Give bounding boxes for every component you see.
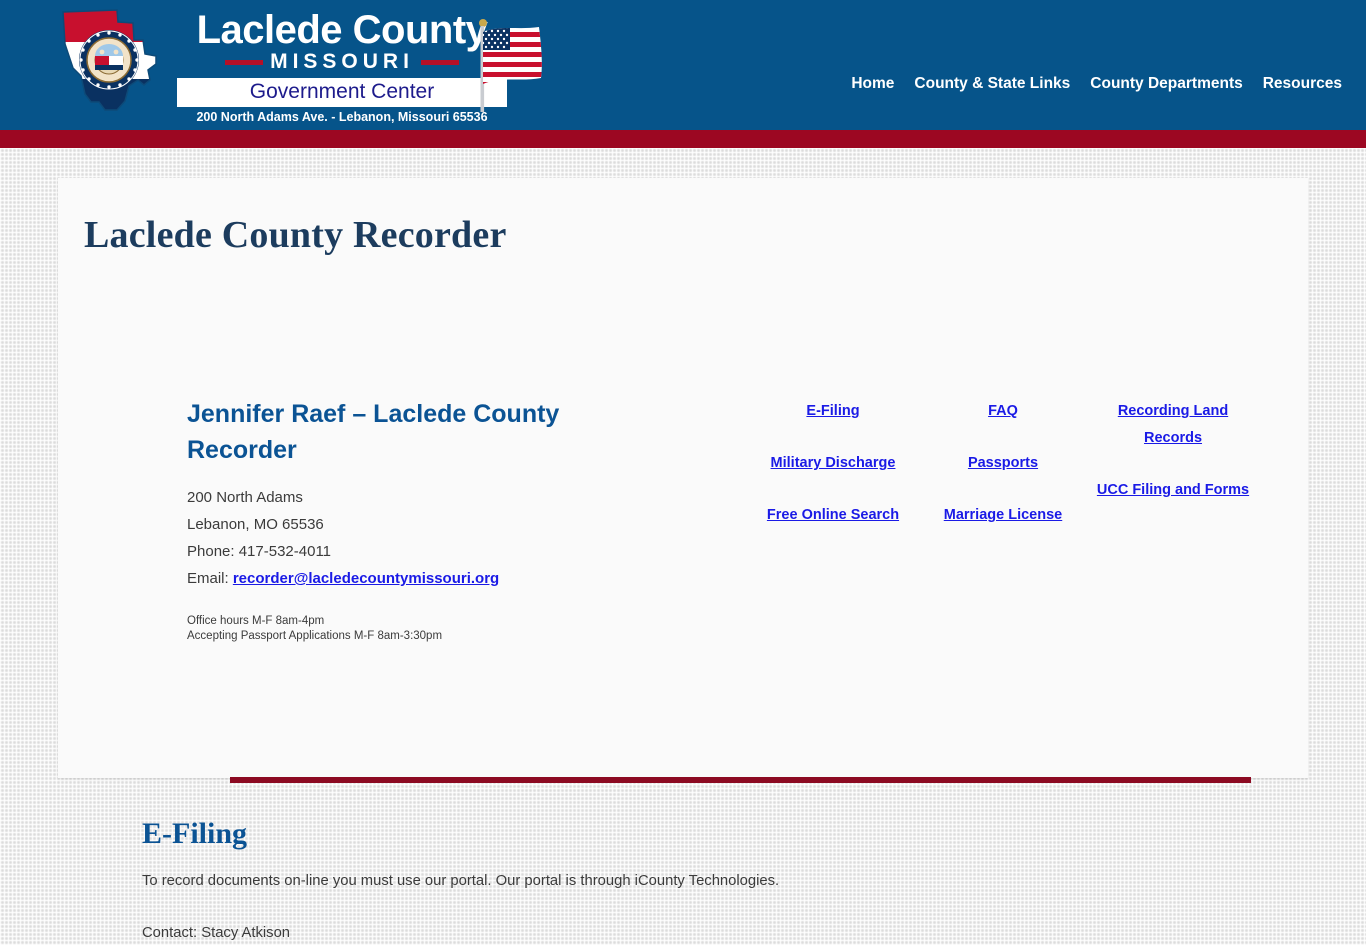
link-marriage-license[interactable]: Marriage License [918, 502, 1088, 529]
link-spacer [918, 477, 1088, 502]
link-free-online-search[interactable]: Free Online Search [748, 502, 918, 529]
logo-address: 200 North Adams Ave. - Lebanon, Missouri… [196, 110, 488, 124]
efiling-contact: Contact: Stacy Atkison [142, 925, 291, 941]
us-flag-icon [463, 14, 549, 114]
link-spacer [748, 477, 918, 502]
link-military-discharge[interactable]: Military Discharge [748, 450, 918, 477]
nav-item-county-state-links[interactable]: County & State Links [914, 75, 1070, 93]
logo-state-name: MISSOURI [270, 50, 414, 73]
recorder-address-line1: 200 North Adams [187, 489, 303, 506]
logo-text-block: Laclede County MISSOURI Government Cente… [177, 6, 507, 124]
missouri-state-seal-icon [79, 30, 139, 90]
recorder-phone: Phone: 417-532-4011 [187, 543, 332, 560]
link-ucc-filing-and-forms[interactable]: UCC Filing and Forms [1088, 477, 1258, 504]
link-faq[interactable]: FAQ [918, 398, 1088, 425]
office-hours-block: Office hours M-F 8am-4pm Accepting Passp… [187, 614, 607, 644]
efiling-section: E-Filing To record documents on-line you… [142, 815, 1242, 945]
main-navigation[interactable]: Home County & State Links County Departm… [851, 75, 1342, 93]
link-e-filing[interactable]: E-Filing [748, 398, 918, 425]
recorder-email-row: Email: recorder@lacledecountymissouri.or… [187, 565, 607, 592]
recorder-officer-name: Jennifer Raef – Laclede County Recorder [187, 400, 560, 464]
efiling-paragraph: To record documents on-line you must use… [142, 873, 780, 889]
efiling-heading: E-Filing [142, 817, 248, 850]
nav-item-resources[interactable]: Resources [1263, 75, 1342, 93]
header-red-stripe [0, 130, 1366, 148]
logo-state-row: MISSOURI [177, 50, 507, 74]
link-passports[interactable]: Passports [918, 450, 1088, 477]
section-divider [230, 777, 1251, 783]
quick-link-column-1: E-Filing Military Discharge Free Online … [748, 398, 918, 529]
nav-item-home[interactable]: Home [851, 75, 894, 93]
link-spacer [918, 425, 1088, 450]
site-logo[interactable]: Laclede County MISSOURI Government Cente… [55, 6, 507, 126]
missouri-state-outline-icon [55, 6, 173, 116]
recorder-email-label: Email: [187, 570, 233, 587]
recorder-contact-block: Jennifer Raef – Laclede County Recorder … [187, 396, 607, 644]
logo-bar-right [420, 59, 459, 65]
nav-item-county-departments[interactable]: County Departments [1090, 75, 1242, 93]
site-header: Laclede County MISSOURI Government Cente… [0, 0, 1366, 130]
recorder-email-link[interactable]: recorder@lacledecountymissouri.org [233, 570, 499, 587]
quick-link-column-3: Recording Land Records UCC Filing and Fo… [1088, 398, 1258, 529]
office-hours-line2: Accepting Passport Applications M-F 8am-… [187, 630, 443, 642]
quick-link-columns: E-Filing Military Discharge Free Online … [748, 398, 1308, 529]
logo-subtitle: Government Center [249, 80, 435, 103]
quick-link-column-2: FAQ Passports Marriage License [918, 398, 1088, 529]
logo-county-name: Laclede County [196, 8, 488, 52]
logo-subtitle-box: Government Center [177, 78, 507, 107]
logo-bar-left [225, 59, 264, 65]
office-hours-line1: Office hours M-F 8am-4pm [187, 615, 325, 627]
link-recording-land-records[interactable]: Recording Land Records [1088, 398, 1258, 452]
link-spacer [1088, 452, 1258, 477]
recorder-info-row: Jennifer Raef – Laclede County Recorder … [58, 280, 1308, 642]
recorder-address-line2: Lebanon, MO 65536 [187, 516, 324, 533]
link-spacer [748, 425, 918, 450]
content-card: Laclede County Recorder Jennifer Raef – … [58, 178, 1308, 941]
page-title: Laclede County Recorder [84, 214, 507, 256]
